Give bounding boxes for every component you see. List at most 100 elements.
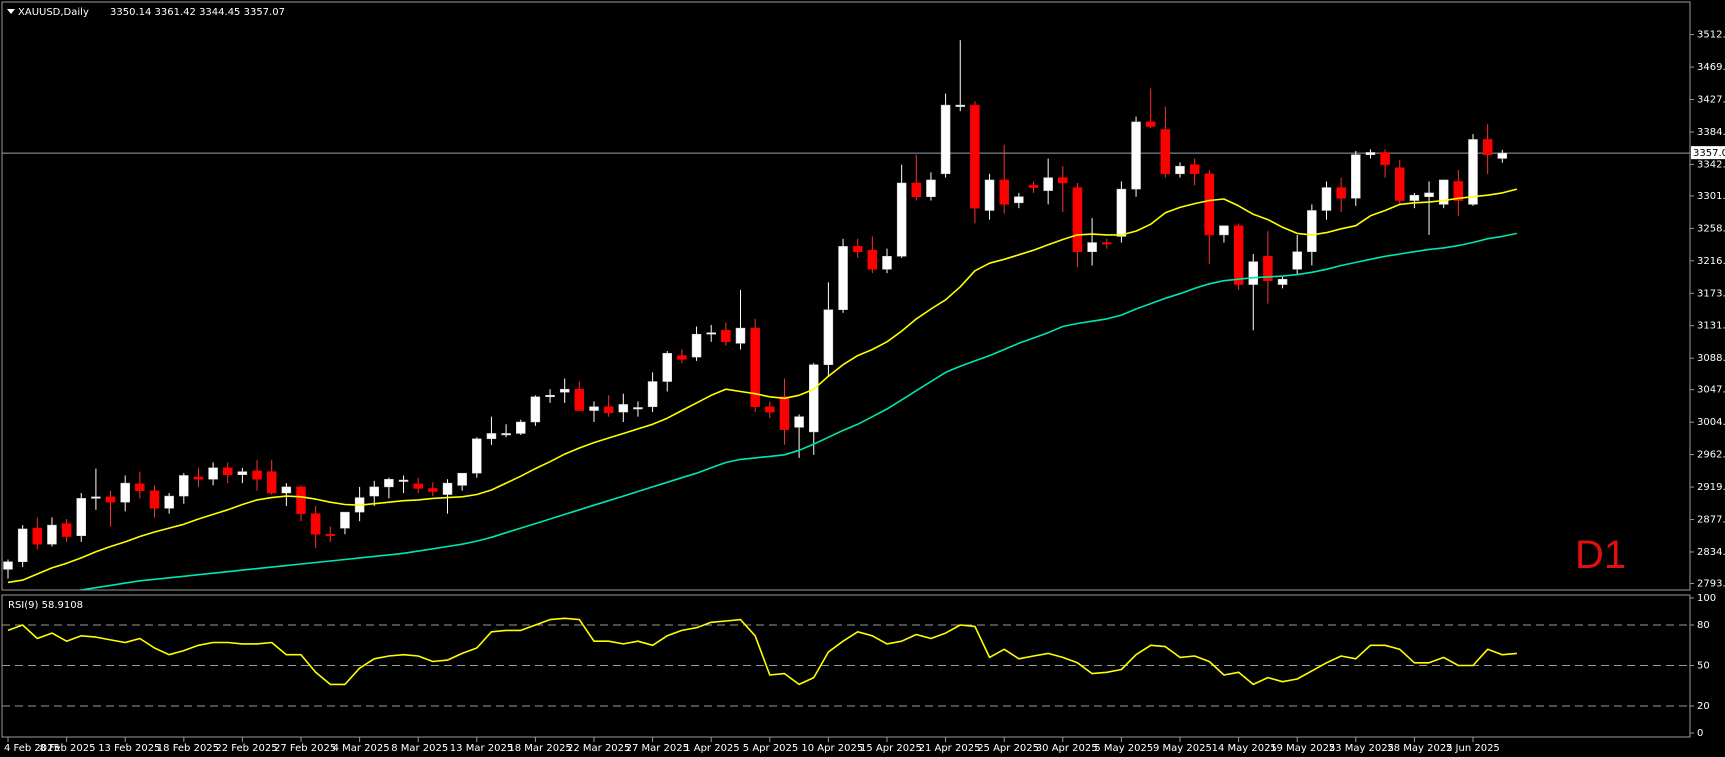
price-tick-label: 3047.30 bbox=[1697, 385, 1725, 396]
bear-candle-body bbox=[223, 467, 233, 475]
bull-candle-body bbox=[530, 396, 541, 423]
bull-candle-body bbox=[501, 433, 511, 436]
bull-candle-body bbox=[369, 486, 379, 497]
bear-candle-body bbox=[1395, 167, 1405, 201]
rsi-tick-label: 0 bbox=[1697, 728, 1703, 739]
price-tick-label: 3004.80 bbox=[1697, 417, 1725, 428]
bull-candle-body bbox=[1175, 165, 1185, 175]
price-tick-label: 3512.30 bbox=[1697, 30, 1725, 41]
bear-candle-body bbox=[779, 396, 790, 430]
price-tick-label: 3088.55 bbox=[1697, 353, 1725, 364]
price-tick-label: 2793.55 bbox=[1697, 578, 1725, 589]
bull-candle-body bbox=[1043, 177, 1053, 191]
date-tick-label: 18 Feb 2025 bbox=[157, 743, 219, 754]
bull-candle-body bbox=[1365, 152, 1376, 155]
bull-candle-body bbox=[809, 364, 819, 433]
price-tick-label: 3301.05 bbox=[1697, 191, 1725, 202]
bull-candle-body bbox=[896, 182, 907, 257]
bull-candle-body bbox=[1219, 225, 1229, 236]
bull-candle-body bbox=[1307, 210, 1317, 252]
rsi-tick-label: 80 bbox=[1697, 620, 1710, 631]
candle bbox=[970, 101, 980, 224]
candle bbox=[1131, 116, 1141, 197]
bull-candle-body bbox=[17, 528, 28, 562]
bull-candle-body bbox=[1424, 192, 1434, 197]
date-tick-label: 9 May 2025 bbox=[1153, 743, 1212, 754]
bear-candle-body bbox=[1380, 152, 1390, 165]
price-tick-label: 3173.55 bbox=[1697, 288, 1725, 299]
bear-candle-body bbox=[603, 406, 614, 414]
date-tick-label: 10 Apr 2025 bbox=[801, 743, 863, 754]
bull-candle-body bbox=[633, 407, 643, 410]
date-tick-label: 4 Mar 2025 bbox=[333, 743, 390, 754]
bull-candle-body bbox=[1014, 196, 1024, 204]
bull-candle-body bbox=[179, 475, 189, 497]
date-tick-label: 27 Feb 2025 bbox=[274, 743, 336, 754]
bear-candle-body bbox=[765, 406, 775, 413]
bear-candle-body bbox=[428, 488, 438, 492]
date-tick-label: 5 May 2025 bbox=[1094, 743, 1153, 754]
price-tick-label: 2877.30 bbox=[1697, 515, 1725, 526]
candle bbox=[1351, 150, 1361, 206]
symbol-header[interactable]: XAUUSD,Daily 3350.14 3361.42 3344.45 335… bbox=[7, 7, 285, 18]
bear-candle-body bbox=[1102, 242, 1112, 245]
rsi-tick-label: 100 bbox=[1697, 593, 1716, 604]
bull-candle-body bbox=[940, 104, 951, 175]
candle bbox=[838, 238, 848, 313]
bull-candle-body bbox=[442, 482, 453, 495]
price-tick-label: 3469.80 bbox=[1697, 62, 1725, 73]
bull-candle-body bbox=[47, 524, 57, 545]
trading-chart[interactable]: 3512.30 3469.80 3427.30 3384.80 3342.30 3301.… bbox=[0, 0, 1725, 757]
date-tick-label: 14 May 2025 bbox=[1212, 743, 1277, 754]
date-tick-label: 15 Apr 2025 bbox=[860, 743, 922, 754]
price-tick-label: 3342.30 bbox=[1697, 159, 1725, 170]
bull-candle-body bbox=[955, 104, 965, 107]
symbol-label: XAUUSD,Daily bbox=[18, 7, 89, 18]
timeframe-label: D1 bbox=[1575, 533, 1626, 577]
bear-candle-body bbox=[252, 470, 262, 480]
bear-candle-body bbox=[1145, 121, 1156, 127]
bear-candle-body bbox=[413, 483, 423, 489]
bull-candle-body bbox=[545, 395, 555, 398]
candle bbox=[1468, 134, 1478, 206]
bear-candle-body bbox=[721, 330, 731, 343]
date-tick-label: 25 Apr 2025 bbox=[977, 743, 1039, 754]
bull-candle-body bbox=[208, 467, 218, 480]
bull-candle-body bbox=[1087, 242, 1097, 252]
date-tick-label: 28 May 2025 bbox=[1387, 743, 1452, 754]
date-tick-label: 22 Mar 2025 bbox=[567, 743, 630, 754]
bear-candle-body bbox=[32, 527, 43, 545]
bear-candle-body bbox=[1028, 185, 1039, 188]
bull-candle-body bbox=[589, 406, 599, 411]
bear-candle-body bbox=[325, 534, 336, 537]
bull-candle-body bbox=[164, 495, 174, 509]
price-tick-label: 3384.80 bbox=[1697, 127, 1725, 138]
date-tick-label: 21 Apr 2025 bbox=[919, 743, 981, 754]
date-tick-label: 27 Mar 2025 bbox=[626, 743, 689, 754]
bear-candle-body bbox=[999, 179, 1009, 205]
bear-candle-body bbox=[852, 246, 863, 252]
bear-candle-body bbox=[574, 388, 585, 411]
candle bbox=[940, 93, 951, 178]
bull-candle-body bbox=[1321, 187, 1332, 211]
bear-candle-body bbox=[296, 486, 306, 514]
bull-candle-body bbox=[1116, 188, 1127, 237]
bull-candle-body bbox=[823, 309, 834, 365]
bear-candle-body bbox=[911, 182, 922, 197]
bull-candle-body bbox=[516, 421, 526, 434]
bear-candle-body bbox=[266, 471, 277, 494]
date-tick-label: 8 Feb 2025 bbox=[40, 743, 96, 754]
bull-candle-body bbox=[457, 472, 467, 486]
candle bbox=[750, 318, 760, 413]
bull-candle-body bbox=[340, 511, 350, 529]
candle bbox=[530, 395, 541, 426]
bear-candle-body bbox=[1058, 177, 1068, 184]
price-tick-label: 3427.30 bbox=[1697, 95, 1725, 106]
bear-candle-body bbox=[1336, 187, 1346, 199]
date-tick-label: 1 Apr 2025 bbox=[684, 743, 739, 754]
date-tick-label: 18 Mar 2025 bbox=[508, 743, 571, 754]
price-tick-label: 3216.05 bbox=[1697, 256, 1725, 267]
bull-candle-body bbox=[1248, 261, 1258, 285]
date-tick-label: 22 Feb 2025 bbox=[215, 743, 277, 754]
bull-candle-body bbox=[735, 327, 746, 344]
